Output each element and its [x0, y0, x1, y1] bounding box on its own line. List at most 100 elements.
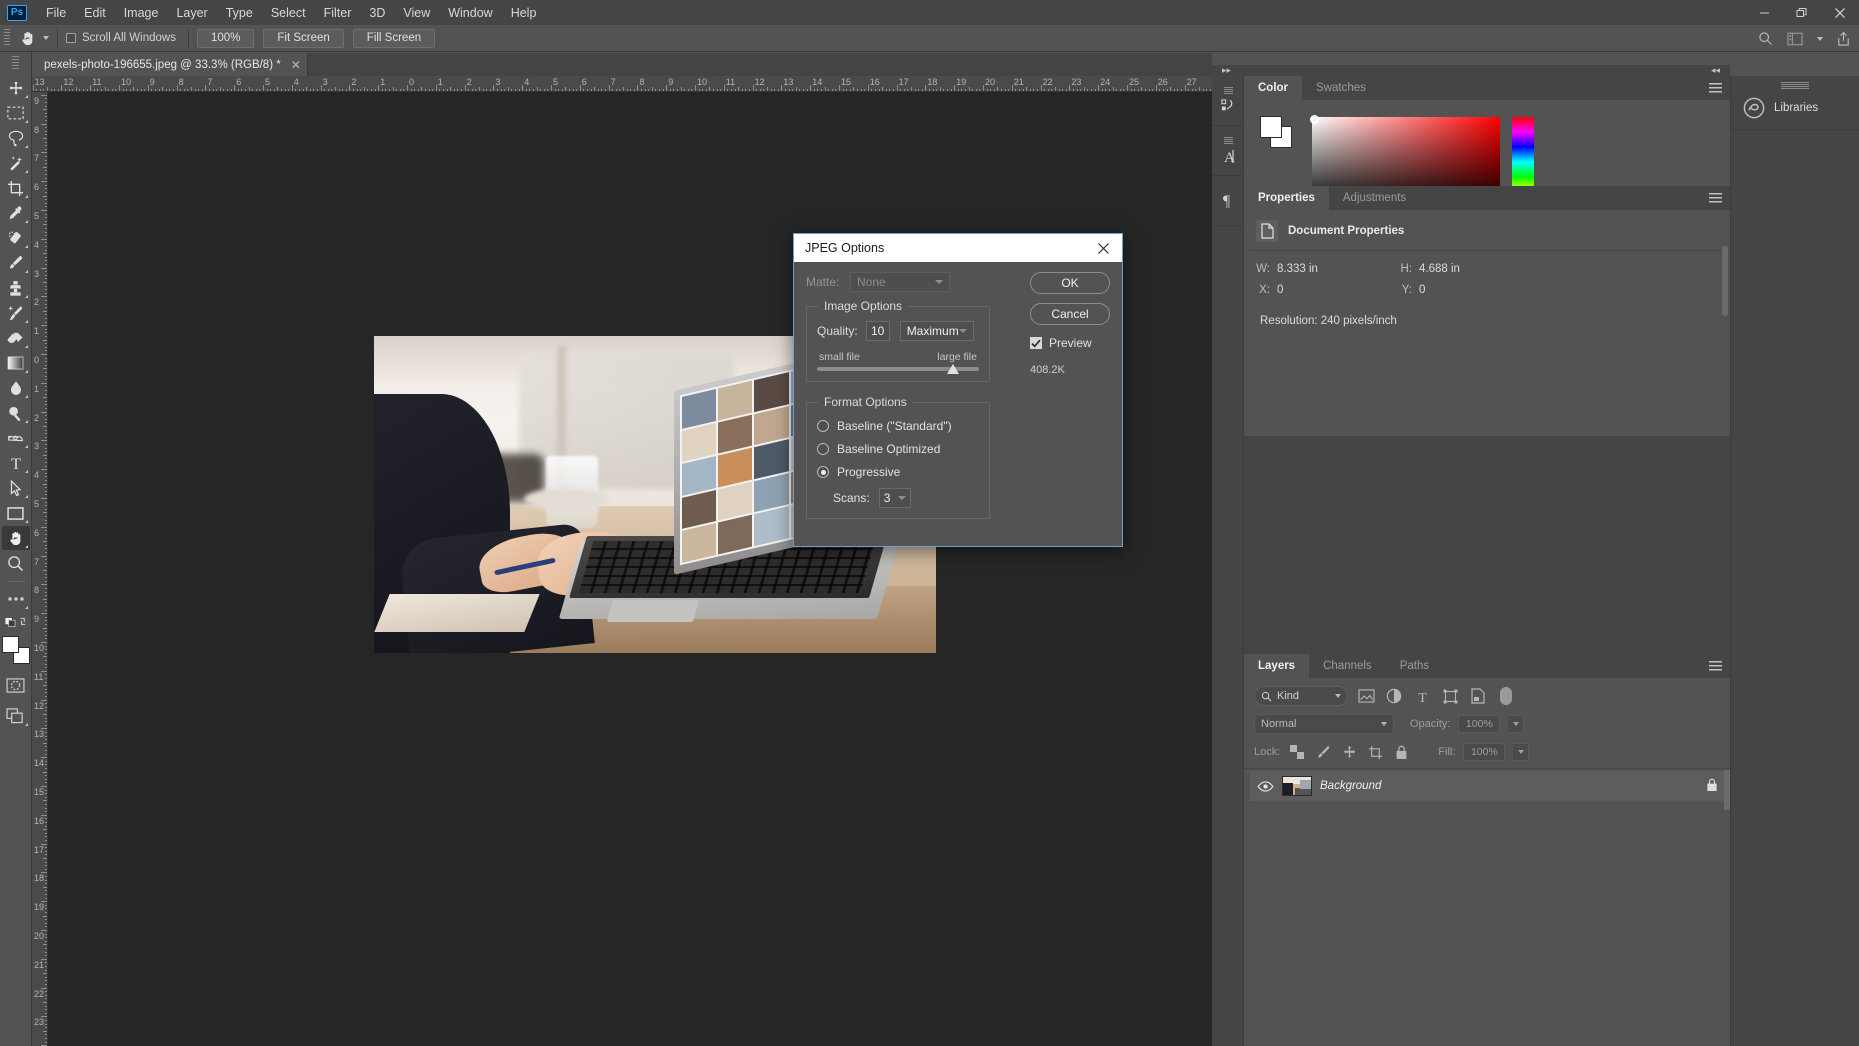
tab-adjustments[interactable]: Adjustments	[1329, 186, 1420, 210]
eraser-tool[interactable]	[2, 326, 30, 350]
filter-pixel-icon[interactable]	[1356, 686, 1376, 706]
menu-item-type[interactable]: Type	[217, 2, 262, 24]
panel-menu-icon[interactable]	[1709, 661, 1722, 671]
libraries-panel-grip[interactable]	[1781, 82, 1809, 89]
fill-value[interactable]: 100%	[1463, 743, 1506, 761]
filter-adjustment-icon[interactable]	[1384, 686, 1404, 706]
clone-stamp-tool[interactable]	[2, 276, 30, 300]
default-colors-icon[interactable]	[2, 612, 30, 632]
menu-item-3d[interactable]: 3D	[360, 2, 394, 24]
histogram-panel-icon[interactable]	[1212, 76, 1244, 126]
menu-item-layer[interactable]: Layer	[167, 2, 216, 24]
blur-tool[interactable]	[2, 376, 30, 400]
filter-shape-icon[interactable]	[1440, 686, 1460, 706]
share-icon[interactable]	[1833, 29, 1853, 49]
tab-layers[interactable]: Layers	[1244, 654, 1310, 678]
scans-select[interactable]: 3	[878, 488, 911, 508]
crop-tool[interactable]	[2, 176, 30, 200]
layer-row-background[interactable]: Background	[1250, 771, 1724, 801]
tab-properties[interactable]: Properties	[1244, 186, 1329, 210]
menu-item-view[interactable]: View	[394, 2, 439, 24]
tab-color[interactable]: Color	[1244, 76, 1303, 100]
hand-tool[interactable]	[1, 526, 30, 550]
zoom-tool[interactable]	[2, 551, 30, 575]
opacity-value[interactable]: 100%	[1458, 715, 1501, 733]
workspace-icon[interactable]	[1785, 29, 1805, 49]
document-tab[interactable]: pexels-photo-196655.jpeg @ 33.3% (RGB/8)…	[32, 53, 308, 76]
edit-toolbar-tool[interactable]	[2, 587, 30, 611]
field-height[interactable]: H: 4.688 in	[1386, 263, 1460, 275]
expand-panels-icon[interactable]: ▸▸	[1222, 65, 1231, 76]
layer-lock-icon[interactable]	[1706, 778, 1718, 795]
paragraph-panel-icon[interactable]: ¶	[1212, 176, 1244, 226]
menu-item-help[interactable]: Help	[502, 2, 546, 24]
lock-transparent-pixels-icon[interactable]	[1288, 743, 1306, 761]
quality-slider-thumb[interactable]	[947, 364, 960, 374]
fill-stepper[interactable]	[1513, 743, 1530, 761]
lock-artboard-nesting-icon[interactable]	[1366, 743, 1384, 761]
tab-channels[interactable]: Channels	[1309, 654, 1386, 678]
gradient-tool[interactable]	[2, 351, 30, 375]
collapse-panels-icon[interactable]: ◂◂	[1711, 65, 1720, 76]
menu-item-window[interactable]: Window	[439, 2, 501, 24]
layer-name[interactable]: Background	[1320, 780, 1381, 792]
radio-progressive[interactable]: Progressive	[817, 465, 979, 479]
blend-mode-select[interactable]: Normal	[1254, 714, 1394, 734]
opacity-stepper[interactable]	[1508, 715, 1525, 733]
search-icon[interactable]	[1755, 29, 1775, 49]
filter-kind-select[interactable]: Kind	[1254, 686, 1348, 706]
tab-paths[interactable]: Paths	[1386, 654, 1443, 678]
tool-preset-chevron-down-icon[interactable]	[43, 36, 49, 40]
filter-type-icon[interactable]: T	[1412, 686, 1432, 706]
lasso-tool[interactable]	[2, 126, 30, 150]
quality-preset-select[interactable]: Maximum	[899, 321, 974, 341]
scroll-all-windows-checkbox[interactable]: Scroll All Windows	[66, 32, 176, 44]
fit-screen-button[interactable]: Fit Screen	[263, 28, 344, 48]
ok-button[interactable]: OK	[1030, 272, 1110, 294]
tab-swatches[interactable]: Swatches	[1302, 76, 1380, 100]
field-width[interactable]: W: 8.333 in	[1244, 263, 1386, 275]
foreground-color-swatch[interactable]	[1260, 116, 1282, 138]
screen-mode-icon[interactable]	[2, 704, 30, 728]
jpeg-options-dialog[interactable]: JPEG Options Matte: None Image Options Q…	[793, 233, 1123, 547]
libraries-header[interactable]: Libraries	[1731, 89, 1859, 119]
close-icon[interactable]: ✕	[291, 58, 301, 72]
radio-baseline-optimized[interactable]: Baseline Optimized	[817, 442, 979, 456]
color-field-marker[interactable]	[1310, 115, 1319, 124]
dodge-tool[interactable]	[2, 401, 30, 425]
menu-item-edit[interactable]: Edit	[75, 2, 115, 24]
eye-icon[interactable]	[1256, 777, 1274, 795]
lock-position-icon[interactable]	[1340, 743, 1358, 761]
foreground-background-color-swatches[interactable]	[1, 636, 30, 664]
close-button[interactable]	[1821, 0, 1859, 25]
tools-panel-grip[interactable]	[12, 56, 19, 70]
hand-tool-icon[interactable]	[15, 27, 41, 49]
zoom-100-button[interactable]: 100%	[196, 28, 255, 48]
quick-mask-icon[interactable]	[2, 673, 30, 697]
character-panel-icon[interactable]: A	[1212, 126, 1244, 176]
lock-image-pixels-icon[interactable]	[1314, 743, 1332, 761]
menu-item-filter[interactable]: Filter	[315, 2, 361, 24]
workspace-chevron-down-icon[interactable]	[1817, 36, 1823, 41]
eyedropper-tool[interactable]	[2, 201, 30, 225]
menu-item-file[interactable]: File	[37, 2, 75, 24]
properties-scrollbar[interactable]	[1722, 246, 1728, 316]
field-x[interactable]: X: 0	[1244, 284, 1386, 296]
quality-slider[interactable]	[817, 364, 979, 374]
lock-all-icon[interactable]	[1392, 743, 1410, 761]
field-y[interactable]: Y: 0	[1386, 284, 1426, 296]
color-panel-swatches[interactable]	[1260, 116, 1292, 148]
move-tool[interactable]	[2, 76, 30, 100]
radio-baseline-standard[interactable]: Baseline ("Standard")	[817, 419, 979, 433]
dock-collapse-bar[interactable]: ▸▸ ◂◂	[1212, 65, 1730, 76]
preview-checkbox[interactable]: Preview	[1030, 336, 1110, 350]
restore-button[interactable]	[1783, 0, 1821, 25]
cancel-button[interactable]: Cancel	[1030, 303, 1110, 325]
quality-input[interactable]: 10	[865, 321, 890, 341]
panel-menu-icon[interactable]	[1709, 193, 1722, 203]
spot-healing-brush-tool[interactable]	[2, 226, 30, 250]
layer-thumbnail[interactable]	[1282, 776, 1312, 796]
panel-menu-icon[interactable]	[1709, 83, 1722, 93]
fill-screen-button[interactable]: Fill Screen	[352, 28, 436, 48]
minimize-button[interactable]	[1745, 0, 1783, 25]
